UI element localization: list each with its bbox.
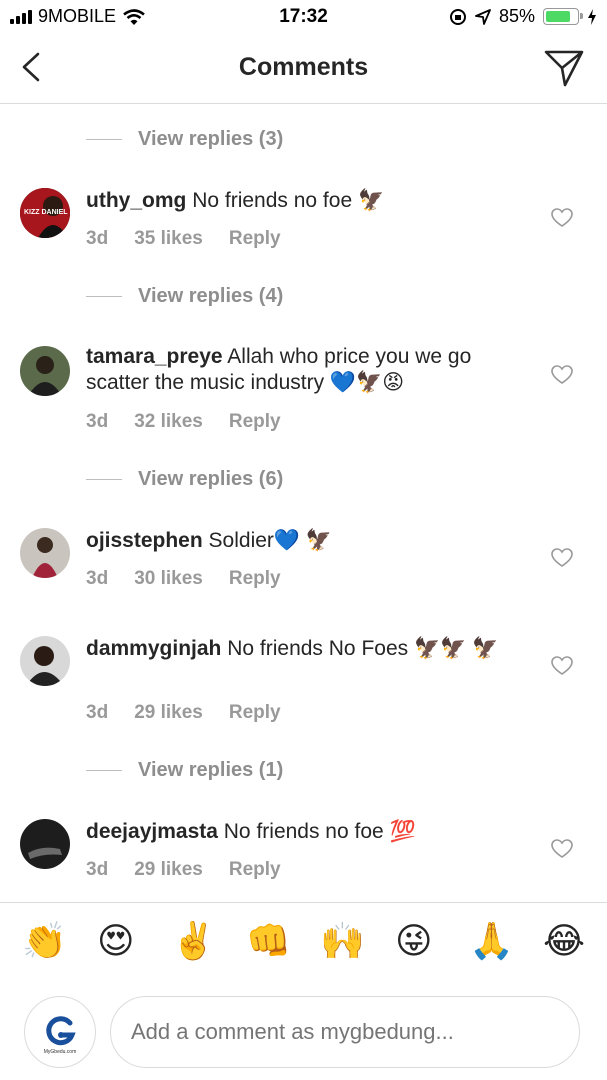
view-replies-label: View replies (3) — [138, 128, 284, 150]
comment-meta: 3d 29 likes Reply — [86, 859, 307, 881]
view-replies-link[interactable]: View replies (6) — [86, 468, 283, 491]
avatar[interactable] — [20, 346, 70, 396]
avatar-image — [20, 636, 70, 686]
view-replies-label: View replies (6) — [138, 468, 284, 490]
charging-icon — [588, 8, 596, 25]
comment-text: No friends No Foes 🦅🦅 🦅 — [227, 637, 499, 660]
comment-body: uthy_omg No friends no foe 🦅 — [86, 188, 526, 214]
comment-age: 3d — [86, 568, 109, 589]
divider-line — [86, 770, 122, 771]
avatar-image: KIZZ DANIEL — [20, 188, 70, 238]
page-title: Comments — [238, 53, 369, 81]
divider-line — [86, 296, 122, 297]
comment-body: deejayjmasta No friends no foe 💯 — [86, 819, 526, 845]
comment-likes[interactable]: 35 likes — [134, 228, 203, 250]
status-right: 85% — [449, 6, 597, 27]
comment-username[interactable]: dammyginjah — [86, 637, 221, 660]
emoji-wink-tongue-button[interactable]: 😜 — [395, 921, 433, 961]
comment-username[interactable]: tamara_preye — [86, 345, 223, 368]
comment-username[interactable]: deejayjmasta — [86, 820, 218, 843]
avatar[interactable] — [20, 636, 70, 686]
view-replies-link[interactable]: View replies (4) — [86, 285, 283, 308]
emoji-joy-button[interactable]: 😂 — [543, 921, 585, 961]
comment-likes[interactable]: 29 likes — [134, 859, 203, 881]
own-avatar: MyGbedu.com — [24, 996, 96, 1068]
reply-button[interactable]: Reply — [229, 568, 281, 590]
comment-meta: 3d 32 likes Reply — [86, 411, 307, 433]
avatar-text: KIZZ DANIEL — [24, 209, 68, 216]
logo-caption: MyGbedu.com — [44, 1049, 77, 1055]
divider-line — [86, 139, 122, 140]
comment-text: No friends no foe 🦅 — [192, 189, 385, 212]
battery-percent: 85% — [498, 6, 535, 26]
emoji-heart-eyes-button[interactable]: 😍 — [97, 921, 135, 961]
emoji-clap-button[interactable]: 👏 — [22, 921, 67, 961]
comment-body: tamara_preye Allah who price you we go s… — [86, 344, 526, 396]
comment-likes[interactable]: 30 likes — [134, 568, 203, 590]
reply-button[interactable]: Reply — [229, 228, 281, 250]
comment-username[interactable]: uthy_omg — [86, 189, 186, 212]
heart-icon[interactable] — [551, 839, 573, 859]
view-replies-label: View replies (1) — [138, 759, 284, 781]
comment-age: 3d — [86, 228, 109, 249]
comment-meta: 3d 29 likes Reply — [86, 702, 307, 724]
direct-share-icon[interactable] — [543, 48, 585, 88]
reply-button[interactable]: Reply — [229, 859, 281, 881]
view-replies-link[interactable]: View replies (3) — [86, 128, 283, 151]
comment-body: ojisstephen Soldier💙 🦅 — [86, 528, 526, 554]
comment-composer: MyGbedu.com — [0, 986, 607, 1080]
location-icon — [475, 8, 491, 25]
avatar-image — [20, 528, 70, 578]
comment-text: Soldier💙 🦅 — [208, 529, 333, 552]
emoji-pray-button[interactable]: 🙏 — [469, 921, 514, 961]
status-bar: 9MOBILE 17:32 85% — [0, 0, 607, 34]
avatar-image — [20, 819, 70, 869]
comment-age: 3d — [86, 411, 109, 432]
mygbedu-logo-icon: MyGbedu.com — [44, 1016, 77, 1055]
emoji-raised-hands-button[interactable]: 🙌 — [320, 921, 365, 961]
comment-age: 3d — [86, 859, 109, 880]
emoji-victory-button[interactable]: ✌️ — [171, 921, 216, 961]
reply-button[interactable]: Reply — [229, 702, 281, 724]
view-replies-label: View replies (4) — [138, 285, 284, 307]
heart-icon[interactable] — [551, 656, 573, 676]
avatar[interactable] — [20, 819, 70, 869]
comment-username[interactable]: ojisstephen — [86, 529, 203, 552]
quick-emoji-bar: 👏 😍 ✌️ 👊 🙌 😜 🙏 😂 — [0, 902, 607, 986]
orientation-lock-icon — [449, 8, 466, 25]
comments-list[interactable]: View replies (3) KIZZ DANIEL uthy_omg No… — [0, 104, 607, 901]
avatar-image — [20, 346, 70, 396]
comment-body: dammyginjah No friends No Foes 🦅🦅 🦅 — [86, 636, 516, 662]
emoji-fist-button[interactable]: 👊 — [246, 921, 291, 961]
comment-age: 3d — [86, 702, 109, 723]
heart-icon[interactable] — [551, 365, 573, 385]
comment-meta: 3d 35 likes Reply — [86, 228, 307, 250]
heart-icon[interactable] — [551, 548, 573, 568]
comment-likes[interactable]: 29 likes — [134, 702, 203, 724]
battery-icon — [543, 8, 583, 25]
avatar[interactable]: KIZZ DANIEL — [20, 188, 70, 238]
view-replies-link[interactable]: View replies (1) — [86, 759, 283, 782]
nav-header: Comments — [0, 34, 607, 104]
avatar[interactable] — [20, 528, 70, 578]
comment-text: No friends no foe 💯 — [223, 820, 416, 843]
heart-icon[interactable] — [551, 208, 573, 228]
comment-meta: 3d 30 likes Reply — [86, 568, 307, 590]
comment-input[interactable] — [110, 996, 580, 1068]
divider-line — [86, 479, 122, 480]
comment-likes[interactable]: 32 likes — [134, 411, 203, 433]
reply-button[interactable]: Reply — [229, 411, 281, 433]
